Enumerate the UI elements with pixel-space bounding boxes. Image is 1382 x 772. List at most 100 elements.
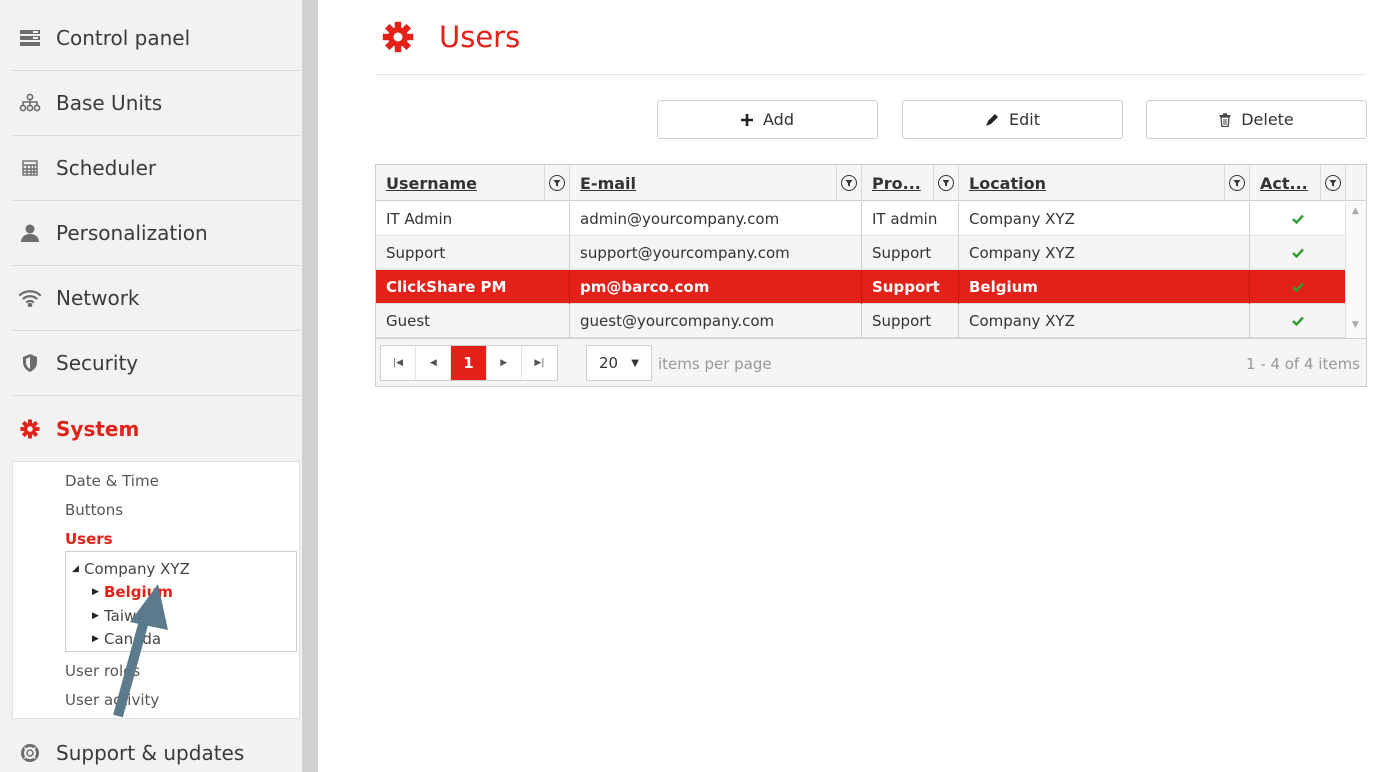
- cell-profile: IT admin: [862, 202, 959, 236]
- filter-active-icon[interactable]: [1320, 165, 1345, 201]
- expand-triangle-icon[interactable]: ▶: [92, 634, 104, 644]
- users-grid: Username E-mail Pro... Location Act... I…: [375, 164, 1367, 387]
- filter-profile-icon[interactable]: [933, 165, 958, 201]
- chevron-down-icon: ▼: [631, 357, 639, 369]
- column-sort-active[interactable]: Act...: [1260, 174, 1308, 193]
- filter-location-icon[interactable]: [1224, 165, 1249, 201]
- table-row[interactable]: Support support@yourcompany.com Support …: [376, 236, 1345, 270]
- submenu-item-user-roles[interactable]: User roles: [65, 662, 140, 680]
- sidebar-item-label: Base Units: [56, 91, 163, 115]
- column-header-username: Username: [376, 165, 570, 201]
- expand-triangle-icon[interactable]: ▶: [92, 587, 104, 597]
- table-row-selected[interactable]: ClickShare PM pm@barco.com Support Belgi…: [376, 270, 1345, 304]
- sidebar-item-label: System: [56, 416, 140, 441]
- person-icon: [16, 223, 44, 243]
- cell-active: [1250, 202, 1345, 236]
- filter-email-icon[interactable]: [836, 165, 861, 201]
- last-page-icon[interactable]: ▶|: [522, 346, 557, 380]
- cell-location: Company XYZ: [959, 202, 1250, 236]
- prev-page-icon[interactable]: ◀: [416, 346, 452, 380]
- tree-node-label: Company XYZ: [84, 560, 190, 578]
- cell-location: Belgium: [959, 270, 1250, 304]
- tree-node-canada[interactable]: ▶ Canada: [92, 630, 161, 648]
- tree-node-taiwan[interactable]: ▶ Taiwan: [92, 607, 155, 625]
- items-per-page-label: items per page: [658, 355, 772, 373]
- wifi-icon: [16, 289, 44, 307]
- grid-pager: |◀ ◀ 1 ▶ ▶| 20 ▼ items per page 1 - 4 of…: [376, 338, 1366, 386]
- grid-scrollbar[interactable]: ▲ ▼: [1345, 202, 1366, 338]
- calendar-icon: [16, 159, 44, 177]
- checkmark-icon: [1291, 210, 1304, 228]
- column-sort-email[interactable]: E-mail: [580, 174, 636, 193]
- column-header-profile: Pro...: [862, 165, 959, 201]
- cell-username: IT Admin: [376, 202, 570, 236]
- cell-profile: Support: [862, 270, 959, 304]
- submenu-item-buttons[interactable]: Buttons: [65, 501, 123, 519]
- page-header: Users: [376, 0, 1366, 75]
- column-header-active: Act...: [1250, 165, 1346, 201]
- submenu-item-users[interactable]: Users: [65, 530, 113, 548]
- sidebar: Control panel Base Units Scheduler Perso…: [0, 0, 302, 772]
- column-sort-profile[interactable]: Pro...: [872, 174, 921, 193]
- sidebar-item-personalization[interactable]: Personalization: [12, 201, 300, 266]
- column-sort-location[interactable]: Location: [969, 174, 1046, 193]
- sidebar-scrollbar[interactable]: [302, 0, 318, 772]
- delete-button-label: Delete: [1241, 110, 1294, 129]
- control-panel-icon: [16, 29, 44, 47]
- delete-button[interactable]: Delete: [1146, 100, 1367, 139]
- cell-email: pm@barco.com: [570, 270, 862, 304]
- gear-icon: [382, 21, 414, 57]
- sidebar-item-base-units[interactable]: Base Units: [12, 71, 300, 136]
- collapse-triangle-icon[interactable]: ◢: [72, 564, 84, 574]
- expand-triangle-icon[interactable]: ▶: [92, 611, 104, 621]
- sidebar-item-label: Security: [56, 351, 139, 375]
- page-size-value: 20: [599, 354, 619, 372]
- sidebar-item-label: Network: [56, 286, 140, 310]
- sidebar-item-security[interactable]: Security: [12, 331, 300, 396]
- sidebar-item-label: Personalization: [56, 221, 208, 245]
- gear-icon: [16, 419, 44, 439]
- submenu-item-user-activity[interactable]: User activity: [65, 691, 159, 709]
- cell-email: guest@yourcompany.com: [570, 304, 862, 338]
- pencil-icon: [985, 113, 999, 127]
- sidebar-item-label: Scheduler: [56, 156, 157, 180]
- pager-info: 1 - 4 of 4 items: [1245, 355, 1360, 373]
- cell-active: [1250, 304, 1345, 338]
- tree-node-belgium[interactable]: ▶ Belgium: [92, 583, 173, 601]
- location-tree: ◢ Company XYZ ▶ Belgium ▶ Taiwan ▶ Canad…: [65, 551, 297, 652]
- tree-node-company[interactable]: ◢ Company XYZ: [72, 560, 190, 578]
- sidebar-item-system[interactable]: System: [12, 396, 300, 461]
- page-number-current[interactable]: 1: [451, 346, 487, 380]
- checkmark-icon: [1291, 244, 1304, 262]
- sidebar-item-scheduler[interactable]: Scheduler: [12, 136, 300, 201]
- tree-node-label: Canada: [104, 630, 162, 648]
- filter-username-icon[interactable]: [544, 165, 569, 201]
- scroll-up-icon[interactable]: ▲: [1352, 206, 1359, 216]
- sidebar-item-control-panel[interactable]: Control panel: [12, 6, 300, 71]
- column-header-email: E-mail: [570, 165, 862, 201]
- submenu-item-date-time[interactable]: Date & Time: [65, 472, 159, 490]
- trash-icon: [1219, 112, 1231, 127]
- grid-header: Username E-mail Pro... Location Act...: [376, 165, 1366, 201]
- edit-button[interactable]: Edit: [902, 100, 1123, 139]
- tree-node-label: Taiwan: [104, 607, 156, 625]
- sidebar-item-label: Control panel: [56, 26, 191, 50]
- cell-active: [1250, 270, 1345, 304]
- sidebar-item-label: Support & updates: [56, 740, 245, 765]
- add-button[interactable]: Add: [657, 100, 878, 139]
- next-page-icon[interactable]: ▶: [487, 346, 522, 380]
- sidebar-item-network[interactable]: Network: [12, 266, 300, 331]
- network-tree-icon: [16, 93, 44, 113]
- cell-email: admin@yourcompany.com: [570, 202, 862, 236]
- page-size-select[interactable]: 20 ▼: [586, 345, 652, 381]
- table-row[interactable]: IT Admin admin@yourcompany.com IT admin …: [376, 202, 1345, 236]
- table-row[interactable]: Guest guest@yourcompany.com Support Comp…: [376, 304, 1345, 338]
- column-sort-username[interactable]: Username: [386, 174, 477, 193]
- edit-button-label: Edit: [1009, 110, 1040, 129]
- scroll-down-icon[interactable]: ▼: [1352, 320, 1359, 330]
- checkmark-icon: [1291, 278, 1304, 296]
- cell-profile: Support: [862, 304, 959, 338]
- sidebar-item-support-updates[interactable]: Support & updates: [12, 720, 300, 772]
- first-page-icon[interactable]: |◀: [381, 346, 417, 380]
- shield-icon: [16, 353, 44, 373]
